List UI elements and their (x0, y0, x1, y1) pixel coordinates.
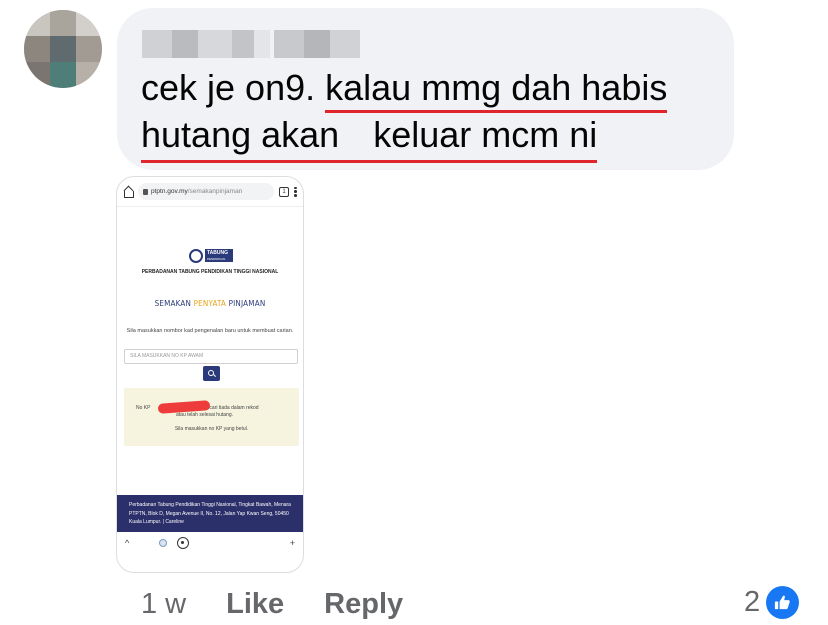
like-button[interactable]: Like (226, 588, 284, 621)
org-name: PERBADANAN TABUNG PENDIDIKAN TINGGI NASI… (141, 269, 279, 275)
url-field: ptptn.gov.my/semakanpinjaman (138, 183, 274, 200)
comment-actions: 1 w Like Reply (141, 586, 403, 622)
comment-text-underlined: kalau mmg dah habis (325, 67, 668, 113)
comment-timestamp[interactable]: 1 w (141, 588, 186, 621)
assistant-icon (159, 539, 168, 547)
menu-icon (294, 186, 297, 197)
page-heading: SEMAKAN PENYATA PINJAMAN (154, 299, 266, 308)
avatar[interactable] (24, 10, 102, 88)
chevron-up-icon: ^ (125, 538, 130, 548)
comment-text-plain: cek je on9. (141, 67, 316, 108)
browser-urlbar: ptptn.gov.my/semakanpinjaman 1 (117, 177, 303, 207)
instruction-text: Sila masukkan nombor kad pengenalan baru… (126, 328, 294, 334)
lock-icon (143, 188, 148, 195)
result-alert: No KP ang dicari tiada dalam rekod atau … (124, 388, 299, 446)
site-footer: Perbadanan Tabung Pendidikan Tinggi Nasi… (117, 495, 303, 532)
comment-text-line2a: hutang akan (141, 114, 340, 155)
tabs-icon: 1 (279, 186, 289, 197)
comment-text: cek je on9. kalau mmg dah habis hutang a… (141, 64, 721, 163)
thumbs-up-icon (766, 585, 800, 619)
author-name-redacted[interactable] (142, 30, 360, 58)
search-icon (203, 366, 220, 381)
ic-number-input: SILA MASUKKAN NO KP AWAM (124, 349, 298, 364)
ptptn-logo: TABUNG PENDIDIKAN (189, 247, 233, 264)
reaction-count: 2 (744, 585, 761, 618)
home-icon (123, 187, 134, 198)
reaction-summary[interactable]: 2 (744, 584, 800, 620)
plus-icon: + (289, 538, 295, 548)
alert-hint: Sila masukkan no KP yang betul. (174, 426, 249, 432)
reply-button[interactable]: Reply (324, 588, 403, 621)
url-text: ptptn.gov.my/semakanpinjaman (151, 188, 243, 195)
camera-icon (177, 537, 190, 549)
browser-bottombar: ^ + (117, 532, 303, 554)
comment-text-line2b: keluar mcm ni (373, 114, 598, 155)
attached-screenshot[interactable]: ptptn.gov.my/semakanpinjaman 1 TABUNG PEN… (116, 176, 304, 573)
